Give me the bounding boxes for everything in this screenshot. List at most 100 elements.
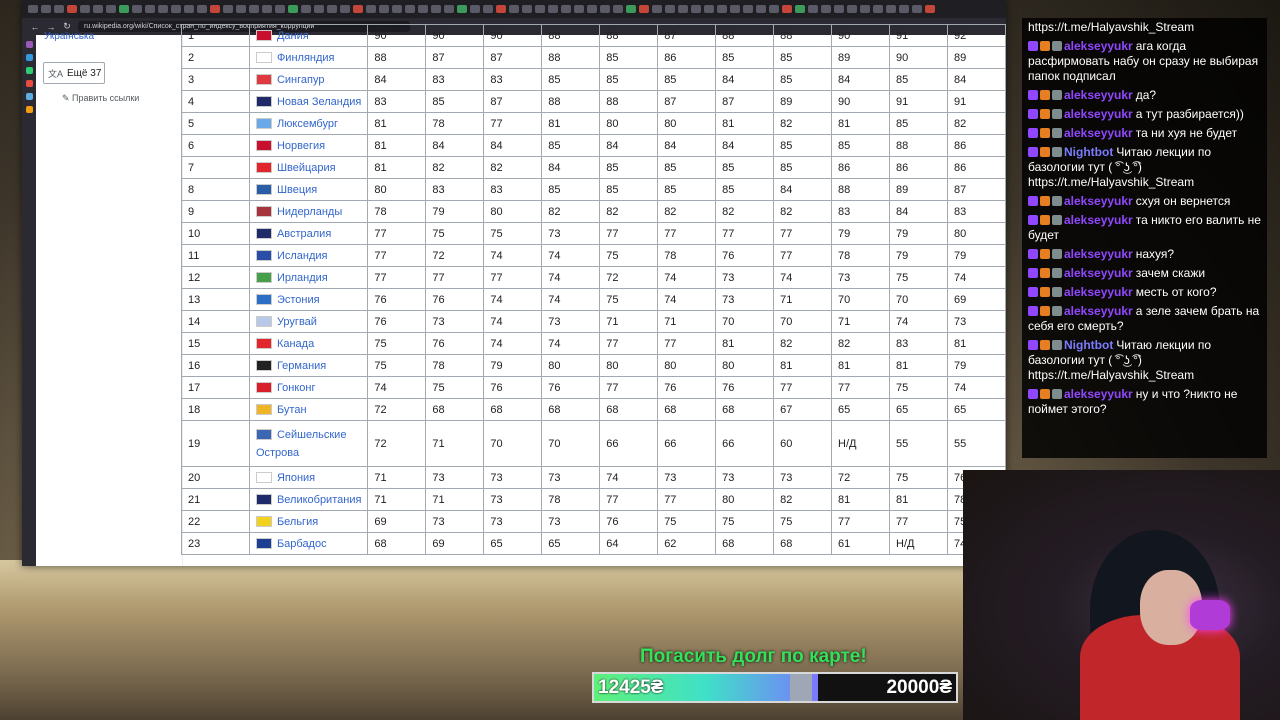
- browser-tab[interactable]: [54, 5, 64, 13]
- browser-tab[interactable]: [392, 5, 402, 13]
- browser-tab[interactable]: [301, 5, 311, 13]
- browser-tab[interactable]: [223, 5, 233, 13]
- browser-tab[interactable]: [171, 5, 181, 13]
- browser-tab[interactable]: [561, 5, 571, 13]
- browser-tab[interactable]: [197, 5, 207, 13]
- browser-tab[interactable]: [834, 5, 844, 13]
- browser-tab[interactable]: [873, 5, 883, 13]
- sidebar-app-icon[interactable]: [25, 54, 33, 61]
- browser-tab[interactable]: [639, 5, 649, 13]
- browser-tab[interactable]: [106, 5, 116, 13]
- country-link[interactable]: Канада: [277, 338, 314, 350]
- browser-tab[interactable]: [145, 5, 155, 13]
- browser-tab[interactable]: [93, 5, 103, 13]
- country-link[interactable]: Нидерланды: [277, 206, 342, 218]
- browser-tab[interactable]: [652, 5, 662, 13]
- browser-tab[interactable]: [522, 5, 532, 13]
- browser-tab[interactable]: [665, 5, 675, 13]
- chat-username[interactable]: alekseyyukr: [1064, 387, 1133, 401]
- browser-tab[interactable]: [587, 5, 597, 13]
- country-link[interactable]: Бутан: [277, 404, 307, 416]
- browser-tab[interactable]: [717, 5, 727, 13]
- chat-username[interactable]: alekseyyukr: [1064, 266, 1133, 280]
- forward-button[interactable]: →: [46, 22, 56, 32]
- browser-tab[interactable]: [288, 5, 298, 13]
- browser-tab[interactable]: [626, 5, 636, 13]
- browser-tab[interactable]: [678, 5, 688, 13]
- country-link[interactable]: Бельгия: [277, 516, 318, 528]
- browser-tab[interactable]: [756, 5, 766, 13]
- browser-tab[interactable]: [795, 5, 805, 13]
- browser-tab[interactable]: [210, 5, 220, 13]
- browser-tab[interactable]: [431, 5, 441, 13]
- chat-username[interactable]: Nightbot: [1064, 338, 1113, 352]
- country-link[interactable]: Дания: [277, 30, 309, 42]
- browser-tab[interactable]: [743, 5, 753, 13]
- sidebar-app-icon[interactable]: [25, 41, 33, 48]
- chat-username[interactable]: alekseyyukr: [1064, 39, 1133, 53]
- country-link[interactable]: Австралия: [277, 228, 331, 240]
- country-link[interactable]: Гонконг: [277, 382, 316, 394]
- browser-tab[interactable]: [366, 5, 376, 13]
- back-button[interactable]: ←: [30, 22, 40, 32]
- chat-username[interactable]: alekseyyukr: [1064, 126, 1133, 140]
- browser-tab[interactable]: [730, 5, 740, 13]
- edit-links-link[interactable]: ✎ Править ссылки: [62, 93, 139, 104]
- browser-tab[interactable]: [184, 5, 194, 13]
- browser-tab[interactable]: [353, 5, 363, 13]
- browser-tab[interactable]: [132, 5, 142, 13]
- browser-tab[interactable]: [821, 5, 831, 13]
- tab-strip[interactable]: [22, 0, 1006, 18]
- more-languages-button[interactable]: 文A Ещё 37: [43, 62, 105, 84]
- chat-username[interactable]: Nightbot: [1064, 145, 1113, 159]
- country-link[interactable]: Исландия: [277, 250, 328, 262]
- browser-tab[interactable]: [249, 5, 259, 13]
- country-link[interactable]: Германия: [277, 360, 326, 372]
- browser-tab[interactable]: [925, 5, 935, 13]
- chat-username[interactable]: alekseyyukr: [1064, 213, 1133, 227]
- browser-tab[interactable]: [613, 5, 623, 13]
- browser-tab[interactable]: [119, 5, 129, 13]
- browser-tab[interactable]: [275, 5, 285, 13]
- browser-tab[interactable]: [457, 5, 467, 13]
- browser-tab[interactable]: [379, 5, 389, 13]
- browser-tab[interactable]: [496, 5, 506, 13]
- browser-tab[interactable]: [548, 5, 558, 13]
- country-link[interactable]: Новая Зеландия: [277, 96, 361, 108]
- sidebar-app-icon[interactable]: [25, 67, 33, 74]
- country-link[interactable]: Норвегия: [277, 140, 325, 152]
- browser-tab[interactable]: [600, 5, 610, 13]
- browser-tab[interactable]: [418, 5, 428, 13]
- browser-tab[interactable]: [158, 5, 168, 13]
- browser-tab[interactable]: [314, 5, 324, 13]
- browser-tab[interactable]: [67, 5, 77, 13]
- chat-username[interactable]: alekseyyukr: [1064, 247, 1133, 261]
- sidebar-app-icon[interactable]: [25, 80, 33, 87]
- browser-tab[interactable]: [912, 5, 922, 13]
- browser-tab[interactable]: [847, 5, 857, 13]
- country-link[interactable]: Швейцария: [277, 162, 336, 174]
- country-link[interactable]: Эстония: [277, 294, 320, 306]
- sidebar-app-icon[interactable]: [25, 106, 33, 113]
- browser-tab[interactable]: [236, 5, 246, 13]
- browser-tab[interactable]: [691, 5, 701, 13]
- language-link[interactable]: Українська: [44, 31, 94, 42]
- browser-tab[interactable]: [340, 5, 350, 13]
- browser-tab[interactable]: [808, 5, 818, 13]
- country-link[interactable]: Люксембург: [277, 118, 338, 130]
- browser-tab[interactable]: [574, 5, 584, 13]
- chat-username[interactable]: alekseyyukr: [1064, 304, 1133, 318]
- chat-username[interactable]: alekseyyukr: [1064, 285, 1133, 299]
- browser-tab[interactable]: [262, 5, 272, 13]
- browser-tab[interactable]: [327, 5, 337, 13]
- country-link[interactable]: Великобритания: [277, 494, 361, 506]
- browser-tab[interactable]: [535, 5, 545, 13]
- browser-tab[interactable]: [80, 5, 90, 13]
- chat-username[interactable]: alekseyyukr: [1064, 194, 1133, 208]
- browser-tab[interactable]: [769, 5, 779, 13]
- browser-tab[interactable]: [483, 5, 493, 13]
- country-link[interactable]: Ирландия: [277, 272, 328, 284]
- country-link[interactable]: Финляндия: [277, 52, 335, 64]
- browser-tab[interactable]: [41, 5, 51, 13]
- browser-tab[interactable]: [782, 5, 792, 13]
